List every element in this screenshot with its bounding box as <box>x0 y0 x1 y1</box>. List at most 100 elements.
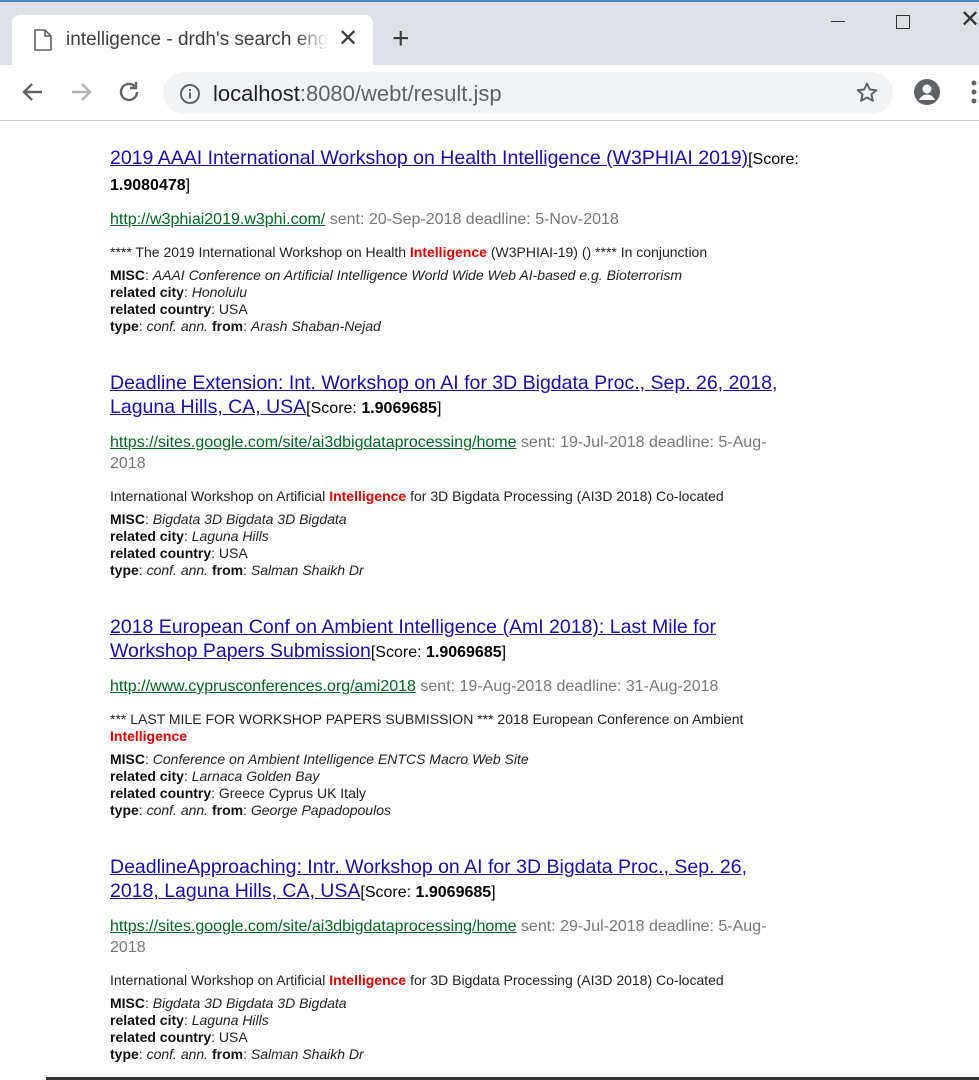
country-value: USA <box>218 545 248 561</box>
country-row: related country: USA <box>110 545 248 561</box>
profile-avatar-icon[interactable] <box>913 78 941 111</box>
result-score: [Score: 1.9069685] <box>306 400 442 417</box>
browser-toolbar: localhost:8080/webt/result.jsp <box>0 65 979 121</box>
result-title-link[interactable]: 2019 AAAI International Workshop on Heal… <box>110 147 748 169</box>
back-arrow-icon[interactable] <box>20 79 46 110</box>
close-window-button[interactable]: ✕ <box>960 8 979 32</box>
result-item: DeadlineApproaching: Intr. Workshop on A… <box>110 855 800 1063</box>
type-value: conf. ann. <box>146 802 209 818</box>
close-tab-icon[interactable]: ✕ <box>338 27 358 51</box>
result-title-link[interactable]: Deadline Extension: Int. Workshop on AI … <box>110 372 777 418</box>
tab-title: intelligence - drdh's search engine <box>66 29 328 50</box>
city-row: related city: Laguna Hills <box>110 1012 269 1028</box>
from-value: Arash Shaban-Nejad <box>250 318 381 334</box>
from-value: Salman Shaikh Dr <box>250 1046 364 1062</box>
highlight-term: Intelligence <box>329 488 407 504</box>
bookmark-star-icon[interactable] <box>855 81 879 110</box>
result-url-line: http://www.cyprusconferences.org/ami2018… <box>110 676 800 697</box>
result-item: Deadline Extension: Int. Workshop on AI … <box>110 371 800 579</box>
result-heading: Deadline Extension: Int. Workshop on AI … <box>110 371 800 421</box>
address-bar[interactable]: localhost:8080/webt/result.jsp <box>163 72 893 114</box>
score-label: Score: <box>375 644 426 661</box>
result-dates: sent: 20-Sep-2018 deadline: 5-Nov-2018 <box>329 211 619 228</box>
snippet-text: **** The 2019 International Workshop on … <box>110 244 410 260</box>
snippet-text: for 3D Bigdata Processing (AI3D 2018) Co… <box>406 488 724 504</box>
score-value: 1.9080478 <box>110 177 186 194</box>
type-label: type <box>110 318 139 334</box>
result-url-link[interactable]: https://sites.google.com/site/ai3dbigdat… <box>110 434 516 451</box>
result-url-link[interactable]: https://sites.google.com/site/ai3dbigdat… <box>110 918 516 935</box>
maximize-window-button[interactable] <box>896 15 910 29</box>
misc-label: MISC <box>110 511 145 527</box>
city-value: Laguna Hills <box>191 1012 269 1028</box>
url-text[interactable]: localhost:8080/webt/result.jsp <box>213 81 502 107</box>
results-list: 2019 AAAI International Workshop on Heal… <box>110 120 800 1080</box>
new-tab-button[interactable]: + <box>392 24 410 54</box>
misc-label: MISC <box>110 267 145 283</box>
type-value: conf. ann. <box>146 318 209 334</box>
snippet-text: (W3PHIAI-19) () **** In conjunction <box>486 244 708 260</box>
type-label: type <box>110 562 139 578</box>
from-label: from <box>211 318 244 334</box>
score-value: 1.9069685 <box>361 400 437 417</box>
score-label: Score: <box>364 884 416 901</box>
from-value: Salman Shaikh Dr <box>250 562 364 578</box>
type-row: type: conf. ann. from: George Papadopoul… <box>110 802 391 818</box>
result-metadata: MISC: Bigdata 3D Bigdata 3D Bigdata rela… <box>110 511 800 579</box>
from-value: George Papadopoulos <box>250 802 391 818</box>
score-label: Score: <box>752 151 799 168</box>
city-label: related city <box>110 1012 184 1028</box>
result-url-link[interactable]: http://www.cyprusconferences.org/ami2018 <box>110 678 416 695</box>
result-metadata: MISC: Conference on Ambient Intelligence… <box>110 751 800 819</box>
misc-row: MISC: AAAI Conference on Artificial Inte… <box>110 267 683 283</box>
result-item: 2018 European Conf on Ambient Intelligen… <box>110 615 800 819</box>
result-heading: 2018 European Conf on Ambient Intelligen… <box>110 615 800 665</box>
minimize-window-button[interactable] <box>831 21 845 22</box>
highlight-term: Intelligence <box>329 972 407 988</box>
country-value: USA <box>218 1029 248 1045</box>
browser-tab[interactable]: intelligence - drdh's search engine ✕ <box>12 15 373 65</box>
result-score: [Score: 1.9069685] <box>370 644 507 661</box>
type-row: type: conf. ann. from: Salman Shaikh Dr <box>110 562 364 578</box>
misc-value: Conference on Ambient Intelligence ENTCS… <box>152 751 529 767</box>
from-label: from <box>211 802 244 818</box>
url-path: :8080/webt/result.jsp <box>299 81 502 106</box>
reload-icon[interactable] <box>116 79 142 110</box>
window-top-border <box>0 0 979 2</box>
result-heading: DeadlineApproaching: Intr. Workshop on A… <box>110 855 800 905</box>
result-heading: 2019 AAAI International Workshop on Heal… <box>110 146 800 198</box>
result-url-line: http://w3phiai2019.w3phi.com/ sent: 20-S… <box>110 209 800 230</box>
city-label: related city <box>110 528 184 544</box>
document-icon <box>34 29 52 56</box>
kebab-menu-icon[interactable] <box>970 79 978 110</box>
type-row: type: conf. ann. from: Salman Shaikh Dr <box>110 1046 364 1062</box>
info-icon[interactable] <box>179 83 201 110</box>
city-value: Larnaca Golden Bay <box>191 768 320 784</box>
type-value: conf. ann. <box>146 1046 209 1062</box>
country-label: related country <box>110 785 212 801</box>
snippet-text: for 3D Bigdata Processing (AI3D 2018) Co… <box>406 972 724 988</box>
country-row: related country: USA <box>110 301 248 317</box>
misc-label: MISC <box>110 995 145 1011</box>
city-row: related city: Honolulu <box>110 284 247 300</box>
result-snippet: *** LAST MILE FOR WORKSHOP PAPERS SUBMIS… <box>110 711 800 745</box>
result-dates: sent: 19-Aug-2018 deadline: 31-Aug-2018 <box>420 678 719 695</box>
country-label: related country <box>110 1029 212 1045</box>
result-snippet: International Workshop on Artificial Int… <box>110 972 800 989</box>
country-label: related country <box>110 545 212 561</box>
score-value: 1.9069685 <box>425 644 502 661</box>
forward-arrow-icon[interactable] <box>68 79 94 110</box>
snippet-text: *** LAST MILE FOR WORKSHOP PAPERS SUBMIS… <box>110 711 744 727</box>
snippet-text: International Workshop on Artificial <box>110 488 330 504</box>
city-value: Laguna Hills <box>191 528 269 544</box>
misc-value: AAAI Conference on Artificial Intelligen… <box>152 267 683 283</box>
result-url-line: https://sites.google.com/site/ai3dbigdat… <box>110 432 800 474</box>
country-label: related country <box>110 301 212 317</box>
type-label: type <box>110 1046 139 1062</box>
misc-value: Bigdata 3D Bigdata 3D Bigdata <box>152 995 347 1011</box>
snippet-text: International Workshop on Artificial <box>110 972 330 988</box>
highlight-term: Intelligence <box>409 244 487 260</box>
result-snippet: **** The 2019 International Workshop on … <box>110 244 800 261</box>
result-url-link[interactable]: http://w3phiai2019.w3phi.com/ <box>110 211 325 228</box>
misc-value: Bigdata 3D Bigdata 3D Bigdata <box>152 511 347 527</box>
